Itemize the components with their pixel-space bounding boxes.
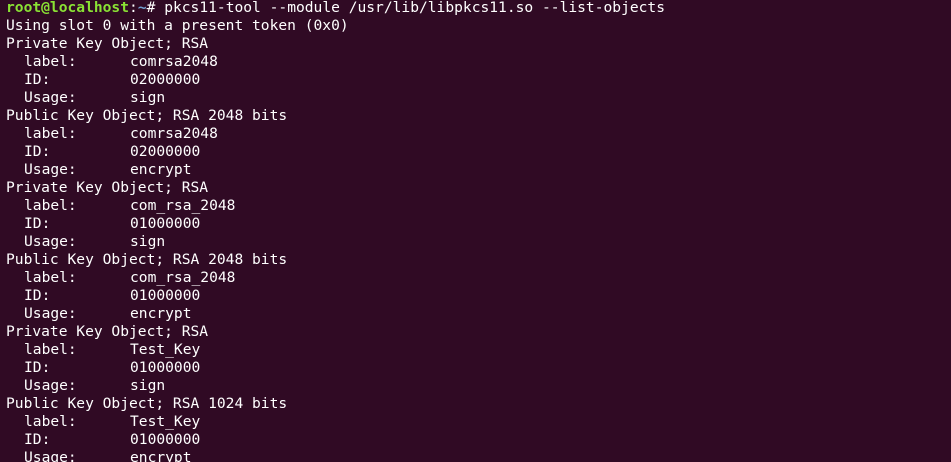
object-field-row: Usage: sign xyxy=(6,377,951,395)
object-field-row: ID: 01000000 xyxy=(6,287,951,305)
field-key: Usage: xyxy=(24,377,77,394)
field-value: comrsa2048 xyxy=(130,125,218,142)
field-value: com_rsa_2048 xyxy=(130,269,236,286)
field-value: 01000000 xyxy=(130,215,201,232)
field-value: encrypt xyxy=(130,305,192,322)
field-key: Usage: xyxy=(24,161,77,178)
object-list: Private Key Object; RSA label: comrsa2048 I… xyxy=(6,35,951,462)
field-value: Test_Key xyxy=(130,341,201,358)
field-value: comrsa2048 xyxy=(130,53,218,70)
object-field-row: ID: 02000000 xyxy=(6,143,951,161)
object-field-row: Usage: sign xyxy=(6,233,951,251)
object-field-row: Usage: encrypt xyxy=(6,305,951,323)
field-value: 01000000 xyxy=(130,359,201,376)
field-value: sign xyxy=(130,377,166,394)
object-field-row: Usage: sign xyxy=(6,89,951,107)
field-key: label: xyxy=(24,125,77,142)
object-header: Private Key Object; RSA xyxy=(6,35,209,52)
field-key: Usage: xyxy=(24,305,77,322)
field-key: ID: xyxy=(24,143,51,160)
object-field-row: Usage: encrypt xyxy=(6,449,951,462)
field-value: sign xyxy=(130,89,166,106)
field-key: label: xyxy=(24,413,77,430)
prompt-separator: : xyxy=(129,0,138,16)
field-key: label: xyxy=(24,269,77,286)
field-value: 01000000 xyxy=(130,431,201,448)
field-key: Usage: xyxy=(24,233,77,250)
command-text: pkcs11-tool --module /usr/lib/libpkcs11.… xyxy=(164,0,665,16)
field-key: label: xyxy=(24,53,77,70)
field-value: sign xyxy=(130,233,166,250)
field-key: ID: xyxy=(24,287,51,304)
object-field-row: label: comrsa2048 xyxy=(6,125,951,143)
field-value: Test_Key xyxy=(130,413,201,430)
object-field-row: ID: 02000000 xyxy=(6,71,951,89)
object-field-row: label: Test_Key xyxy=(6,341,951,359)
field-value: 02000000 xyxy=(130,71,201,88)
field-key: ID: xyxy=(24,359,51,376)
object-field-row: ID: 01000000 xyxy=(6,431,951,449)
field-value: encrypt xyxy=(130,449,192,462)
object-header: Public Key Object; RSA 2048 bits xyxy=(6,251,288,268)
object-field-row: label: comrsa2048 xyxy=(6,53,951,71)
command-line: root@localhost:~# pkcs11-tool --module /… xyxy=(6,0,951,17)
field-value: encrypt xyxy=(130,161,192,178)
object-header: Public Key Object; RSA 1024 bits xyxy=(6,395,288,412)
slot-info-line: Using slot 0 with a present token (0x0) xyxy=(6,17,349,34)
object-header: Private Key Object; RSA xyxy=(6,323,209,340)
prompt-user-host: root@localhost xyxy=(6,0,130,16)
field-key: ID: xyxy=(24,71,51,88)
object-field-row: Usage: encrypt xyxy=(6,161,951,179)
terminal-window[interactable]: root@localhost:~# pkcs11-tool --module /… xyxy=(0,0,951,462)
object-header: Private Key Object; RSA xyxy=(6,179,209,196)
field-key: label: xyxy=(24,341,77,358)
field-value: 01000000 xyxy=(130,287,201,304)
object-header: Public Key Object; RSA 2048 bits xyxy=(6,107,288,124)
object-field-row: label: com_rsa_2048 xyxy=(6,269,951,287)
field-key: ID: xyxy=(24,431,51,448)
prompt-path: ~ xyxy=(137,0,147,16)
field-key: label: xyxy=(24,197,77,214)
field-key: Usage: xyxy=(24,449,77,462)
terminal-output: root@localhost:~# pkcs11-tool --module /… xyxy=(6,0,951,462)
field-value: com_rsa_2048 xyxy=(130,197,236,214)
object-field-row: label: com_rsa_2048 xyxy=(6,197,951,215)
field-key: Usage: xyxy=(24,89,77,106)
prompt-symbol: # xyxy=(146,0,165,16)
object-field-row: label: Test_Key xyxy=(6,413,951,431)
field-key: ID: xyxy=(24,215,51,232)
field-value: 02000000 xyxy=(130,143,201,160)
object-field-row: ID: 01000000 xyxy=(6,215,951,233)
object-field-row: ID: 01000000 xyxy=(6,359,951,377)
